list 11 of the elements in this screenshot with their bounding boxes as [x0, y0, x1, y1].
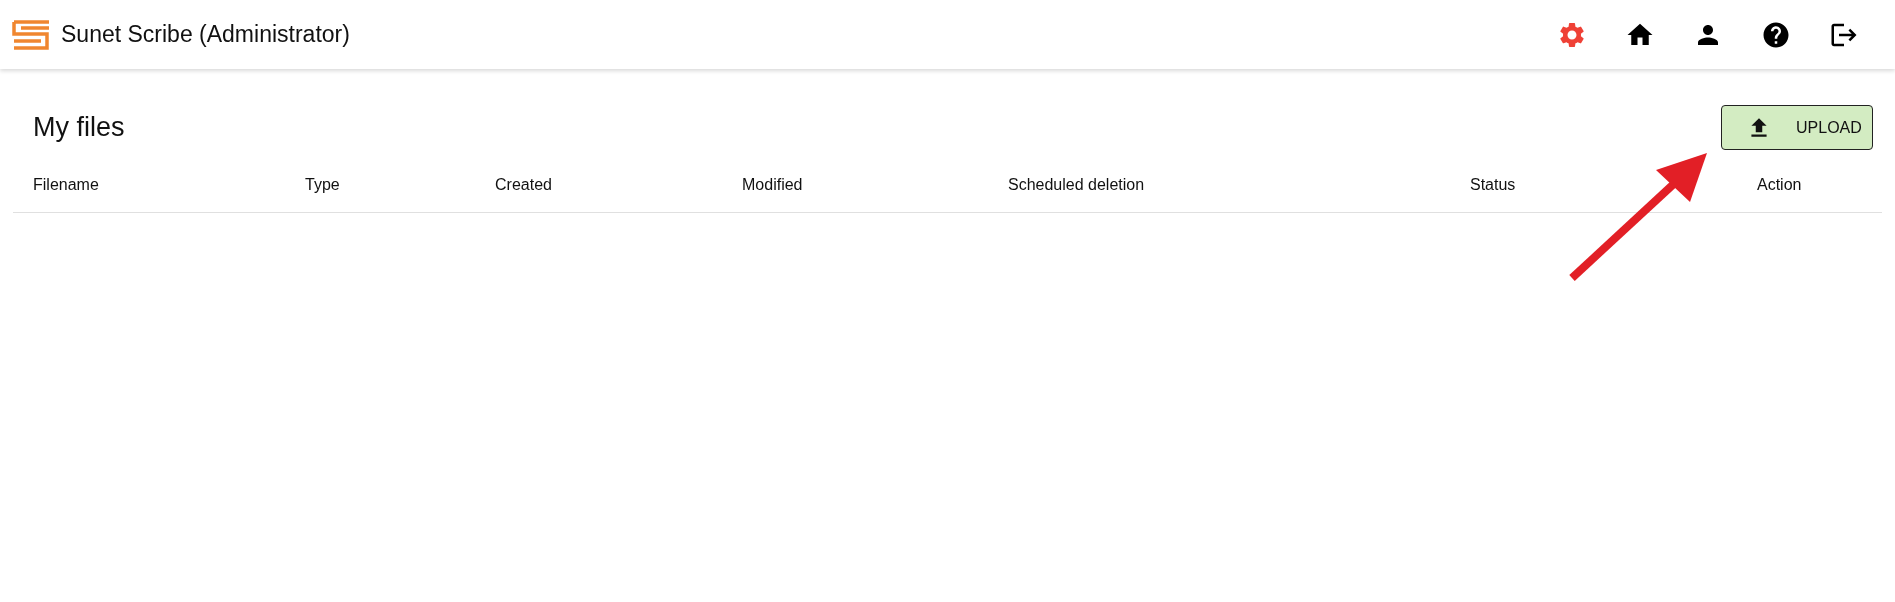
- column-header: Modified: [742, 176, 803, 193]
- app-title: Sunet Scribe (Administrator): [61, 20, 350, 50]
- column-header: Created: [495, 176, 552, 193]
- column-header: Status: [1470, 176, 1516, 193]
- column-header: Type: [305, 176, 340, 193]
- page-title: My files: [33, 111, 125, 145]
- upload-button[interactable]: UPLOAD: [1721, 105, 1873, 150]
- column-header: Scheduled deletion: [1008, 176, 1145, 193]
- column-header: Action: [1757, 176, 1802, 193]
- logo-icon: [12, 19, 51, 50]
- column-header: Filename: [33, 176, 99, 193]
